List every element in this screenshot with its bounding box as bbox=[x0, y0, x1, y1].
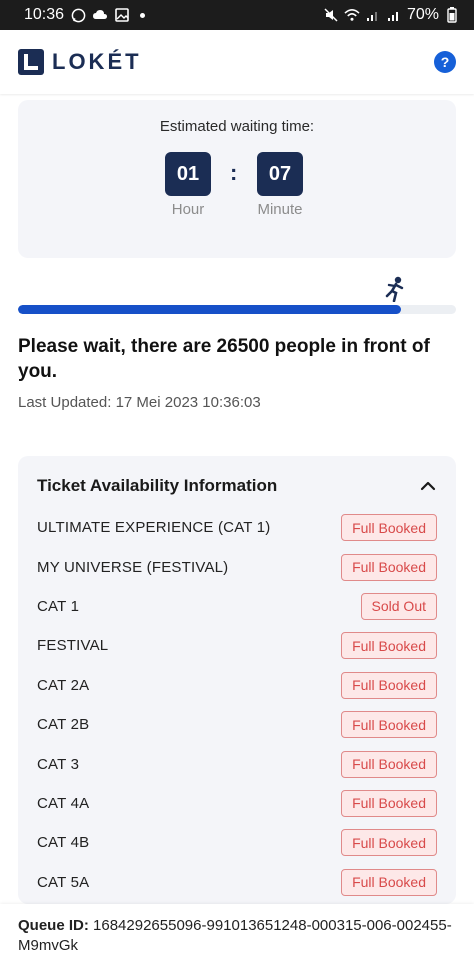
time-separator: : bbox=[230, 160, 238, 185]
chevron-up-icon[interactable] bbox=[418, 476, 438, 496]
ticket-name: FESTIVAL bbox=[37, 637, 109, 655]
status-badge: Full Booked bbox=[341, 553, 437, 581]
queue-id-line: Queue ID: 1684292655096-991013651248-000… bbox=[18, 916, 456, 956]
last-updated-text: Last Updated: 17 Mei 2023 10:36:03 bbox=[18, 394, 261, 411]
ticket-name: CAT 4A bbox=[37, 794, 90, 812]
ticket-row: FESTIVAL Full Booked bbox=[18, 626, 456, 665]
status-badge: Full Booked bbox=[341, 514, 437, 542]
ticket-name: MY UNIVERSE (FESTIVAL) bbox=[37, 558, 229, 576]
image-icon bbox=[114, 7, 130, 23]
ticket-row: CAT 5A Full Booked bbox=[18, 863, 456, 902]
queue-id-label: Queue ID bbox=[18, 917, 84, 934]
whatsapp-icon bbox=[70, 7, 86, 23]
ticket-name: ULTIMATE EXPERIENCE (CAT 1) bbox=[37, 519, 271, 537]
ticket-name: CAT 3 bbox=[37, 755, 80, 773]
logo-text: LOKÉT bbox=[52, 49, 142, 74]
queue-progress-bar bbox=[18, 305, 456, 314]
ticket-row: CAT 4B Full Booked bbox=[18, 823, 456, 862]
status-badge: Sold Out bbox=[360, 592, 437, 620]
battery-icon bbox=[444, 7, 460, 23]
ticket-row: ULTIMATE EXPERIENCE (CAT 1) Full Booked bbox=[18, 508, 456, 547]
status-time: 10:36 bbox=[24, 6, 65, 23]
question-icon: ? bbox=[440, 54, 450, 70]
hour-label: Hour bbox=[171, 201, 205, 218]
waiting-time-card: Estimated waiting time: 01 : 07 Hour Min… bbox=[18, 100, 456, 258]
runner-icon bbox=[384, 276, 406, 303]
logo-mark-icon bbox=[18, 49, 44, 75]
ticket-name: CAT 5A bbox=[37, 873, 90, 891]
ticket-availability-panel: Ticket Availability Information ULTIMATE… bbox=[18, 456, 456, 904]
status-badge: Full Booked bbox=[341, 711, 437, 739]
ticket-name: CAT 2A bbox=[37, 676, 90, 694]
status-badge: Full Booked bbox=[341, 632, 437, 660]
cloud-icon bbox=[92, 7, 108, 23]
hour-value: 01 bbox=[165, 152, 211, 196]
ticket-name: CAT 1 bbox=[37, 597, 80, 615]
queue-id-footer: Queue ID: 1684292655096-991013651248-000… bbox=[0, 904, 474, 973]
status-badge: Full Booked bbox=[341, 829, 437, 857]
queue-id-colon: : bbox=[83, 917, 89, 934]
signal-icon bbox=[386, 7, 402, 23]
ticket-name: CAT 4B bbox=[37, 834, 90, 852]
ticket-row: CAT 2A Full Booked bbox=[18, 666, 456, 705]
ticket-row: CAT 2B Full Booked bbox=[18, 705, 456, 744]
loket-logo[interactable]: LOKÉT bbox=[18, 49, 142, 75]
status-badge: Full Booked bbox=[341, 789, 437, 817]
ticket-row: MY UNIVERSE (FESTIVAL) Full Booked bbox=[18, 547, 456, 586]
status-badge: Full Booked bbox=[341, 750, 437, 778]
signal-icon bbox=[365, 7, 381, 23]
ticket-name: CAT 2B bbox=[37, 716, 90, 734]
queue-message: Please wait, there are 26500 people in f… bbox=[18, 336, 430, 382]
waiting-time-title: Estimated waiting time: bbox=[159, 118, 315, 135]
ticket-row: CAT 1 Sold Out bbox=[18, 587, 456, 626]
status-bar: 10:36 70% bbox=[0, 0, 474, 30]
minute-value: 07 bbox=[257, 152, 303, 196]
minute-label: Minute bbox=[257, 201, 303, 218]
app-header: LOKÉT ? bbox=[0, 30, 474, 94]
help-button[interactable]: ? bbox=[434, 51, 456, 73]
ticket-row: CAT 4A Full Booked bbox=[18, 784, 456, 823]
status-badge: Full Booked bbox=[341, 671, 437, 699]
mute-icon bbox=[323, 7, 339, 23]
ticket-availability-title: Ticket Availability Information bbox=[37, 476, 278, 495]
wifi-icon bbox=[344, 7, 360, 23]
battery-percent: 70% bbox=[406, 6, 439, 23]
queue-progress-fill bbox=[18, 305, 402, 314]
notification-dot-icon bbox=[140, 12, 146, 18]
status-badge: Full Booked bbox=[341, 868, 437, 896]
ticket-list: ULTIMATE EXPERIENCE (CAT 1) Full Booked MY… bbox=[18, 508, 456, 902]
ticket-row: CAT 3 Full Booked bbox=[18, 744, 456, 783]
